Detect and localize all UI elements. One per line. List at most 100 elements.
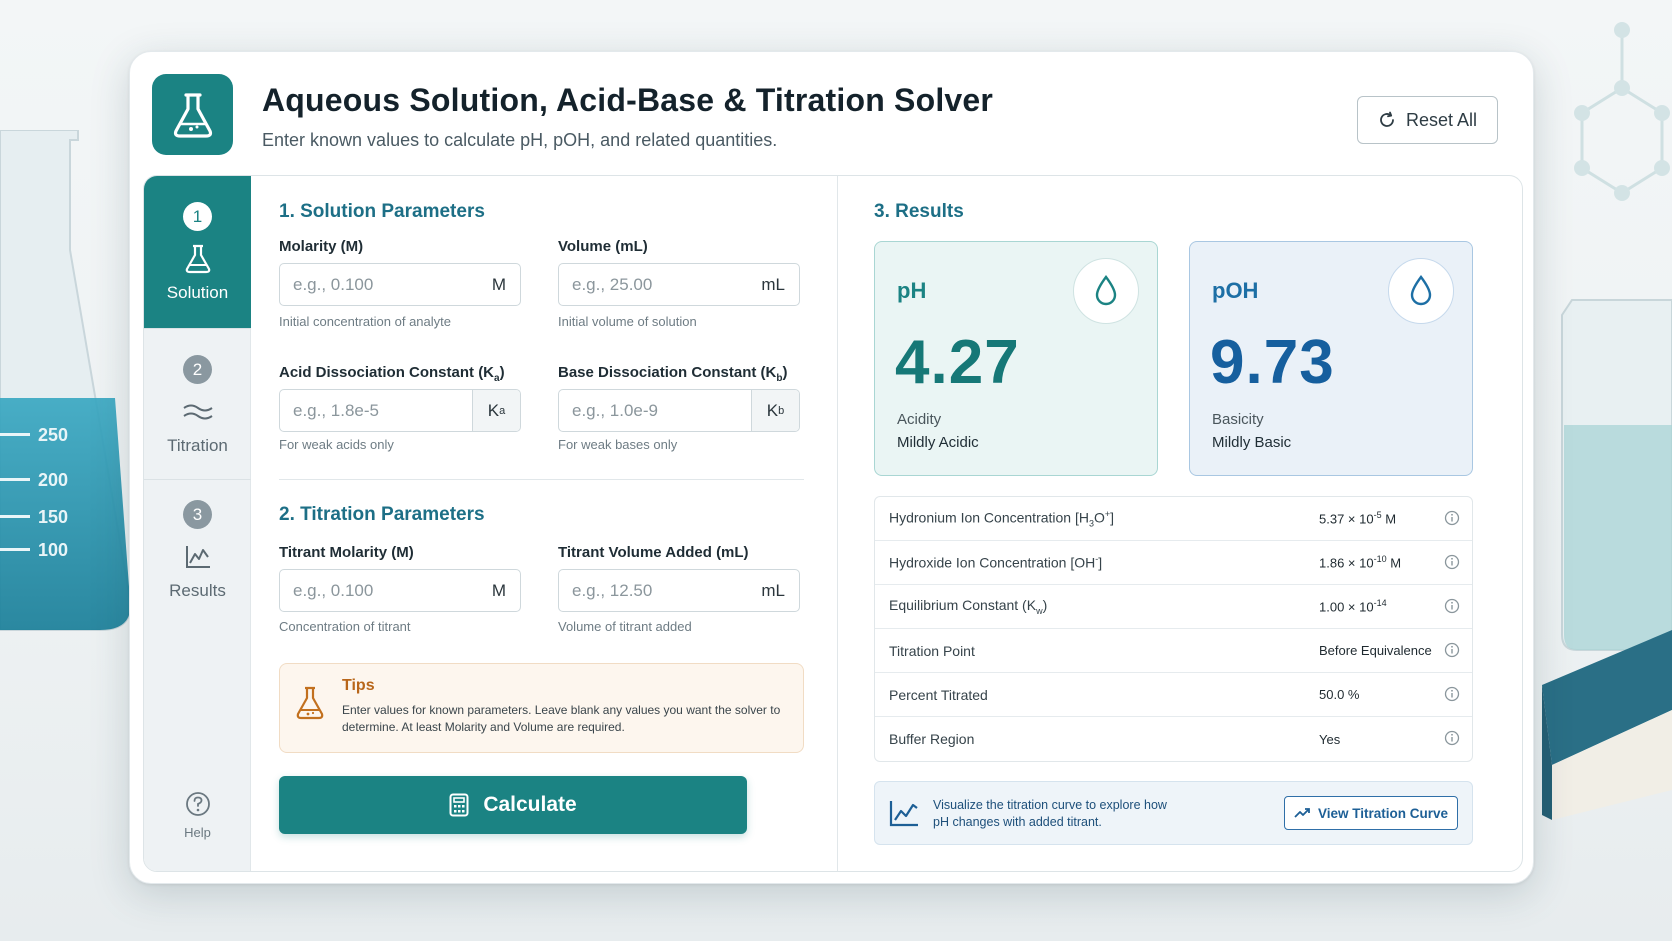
- molarity-input[interactable]: [280, 274, 492, 295]
- view-titration-curve-label: View Titration Curve: [1317, 805, 1449, 821]
- titrant-molarity-unit: M: [491, 580, 506, 600]
- molarity-helper: Initial concentration of analyte: [279, 314, 451, 329]
- reset-all-button[interactable]: Reset All: [1357, 96, 1498, 144]
- kb-field[interactable]: Kb: [558, 389, 800, 432]
- chart-icon: [184, 541, 212, 573]
- titrant-molarity-label: Titrant Molarity (M): [279, 544, 414, 561]
- molarity-field[interactable]: M: [279, 263, 521, 306]
- help-icon: [185, 792, 210, 816]
- result-label: Hydronium Ion Concentration [H3O+]: [889, 508, 1115, 529]
- calculate-label: Calculate: [483, 793, 577, 816]
- result-row-buffer-region: Buffer Region Yes: [875, 717, 1472, 761]
- flask-mark: 150: [38, 507, 68, 527]
- results-table: Hydronium Ion Concentration [H3O+] 5.37 …: [874, 496, 1473, 762]
- step-label: Results: [169, 581, 226, 600]
- calculator-icon: [449, 793, 469, 817]
- calculate-button[interactable]: Calculate: [279, 776, 747, 834]
- divider: [279, 479, 804, 480]
- volume-label: Volume (mL): [558, 238, 648, 255]
- result-value: 5.37 × 10-5 M: [1319, 510, 1397, 527]
- molarity-label: Molarity (M): [279, 238, 364, 255]
- refresh-icon: [1380, 111, 1394, 127]
- line-chart-icon: [889, 801, 918, 827]
- sidebar-step-solution[interactable]: 1 Solution: [144, 176, 251, 328]
- volume-helper: Initial volume of solution: [558, 314, 697, 329]
- tips-title: Tips: [342, 677, 375, 694]
- result-row-titration-point: Titration Point Before Equivalence: [875, 629, 1472, 673]
- result-value: 1.86 × 10-10 M: [1319, 554, 1402, 571]
- tips-box: Tips Enter values for known parameters. …: [279, 663, 804, 753]
- titration-section-title: 2. Titration Parameters: [279, 504, 485, 525]
- result-label: Buffer Region: [889, 731, 975, 747]
- waves-icon: [182, 396, 213, 428]
- trend-up-icon: [1294, 808, 1310, 818]
- sidebar-step-titration[interactable]: 2 Titration: [144, 329, 251, 481]
- poh-description: Mildly Basic: [1212, 434, 1292, 451]
- kb-helper: For weak bases only: [558, 437, 678, 452]
- flask-mark: 200: [38, 470, 68, 490]
- titrant-volume-helper: Volume of titrant added: [558, 619, 692, 634]
- background-flask-image: 250 200 150 100: [0, 130, 132, 631]
- poh-value: 9.73: [1210, 328, 1335, 397]
- titrant-volume-field[interactable]: mL: [558, 569, 800, 612]
- titrant-volume-input[interactable]: [559, 580, 762, 601]
- water-drop-icon: [1073, 258, 1139, 324]
- ph-label: pH: [897, 278, 927, 303]
- info-icon[interactable]: [1444, 554, 1460, 570]
- result-row-equilibrium-constant: Equilibrium Constant (Kw) 1.00 × 10-14: [875, 585, 1472, 629]
- molarity-unit: M: [491, 274, 506, 294]
- page-title: Aqueous Solution, Acid-Base & Titration …: [262, 82, 994, 118]
- help-button[interactable]: Help: [144, 791, 251, 840]
- flask-mark: 100: [38, 540, 68, 560]
- kb-input[interactable]: [559, 400, 751, 421]
- ka-unit: Ka: [472, 390, 520, 431]
- titrant-molarity-input[interactable]: [280, 580, 492, 601]
- ph-card: pH 4.27 Acidity Mildly Acidic: [874, 241, 1158, 476]
- flask-mark: 250: [38, 425, 68, 445]
- background-book-image: [1542, 630, 1672, 820]
- result-label: Equilibrium Constant (Kw): [889, 597, 1048, 616]
- step-sidebar: 1 Solution 2 Titration 3 Results Help: [144, 176, 251, 871]
- sidebar-step-results[interactable]: 3 Results: [144, 480, 251, 632]
- ph-value: 4.27: [895, 328, 1020, 397]
- water-drop-icon: [1388, 258, 1454, 324]
- ka-input[interactable]: [280, 400, 472, 421]
- flask-icon: [296, 686, 324, 720]
- volume-input[interactable]: [559, 274, 762, 295]
- step-label: Titration: [167, 436, 228, 455]
- result-value: Before Equivalence: [1319, 643, 1432, 658]
- volume-field[interactable]: mL: [558, 263, 800, 306]
- poh-label: pOH: [1212, 278, 1259, 303]
- flask-icon: [184, 243, 212, 275]
- main-panel: 1 Solution 2 Titration 3 Results Help 1.…: [143, 175, 1523, 872]
- info-icon[interactable]: [1444, 598, 1460, 614]
- result-label: Hydroxide Ion Concentration [OH-]: [889, 554, 1103, 571]
- view-titration-curve-button[interactable]: View Titration Curve: [1284, 796, 1458, 830]
- help-label: Help: [184, 825, 211, 840]
- result-value: Yes: [1319, 731, 1341, 747]
- kb-label: Base Dissociation Constant (Kb): [558, 364, 788, 384]
- kb-unit: Kb: [751, 390, 799, 431]
- result-row-hydronium: Hydronium Ion Concentration [H3O+] 5.37 …: [875, 497, 1472, 541]
- step-label: Solution: [166, 283, 229, 302]
- input-form: 1. Solution Parameters Molarity (M) M In…: [251, 176, 837, 871]
- titration-curve-prompt: Visualize the titration curve to explore…: [874, 781, 1473, 845]
- app-window: Aqueous Solution, Acid-Base & Titration …: [129, 51, 1534, 884]
- step-number: 2: [183, 355, 212, 384]
- result-row-hydroxide: Hydroxide Ion Concentration [OH-] 1.86 ×…: [875, 541, 1472, 585]
- titrant-volume-label: Titrant Volume Added (mL): [558, 544, 749, 561]
- solution-section-title: 1. Solution Parameters: [279, 201, 485, 222]
- app-logo-flask-icon: [152, 74, 233, 155]
- info-icon[interactable]: [1444, 510, 1460, 526]
- ka-helper: For weak acids only: [279, 437, 394, 452]
- info-icon[interactable]: [1444, 686, 1460, 702]
- ka-field[interactable]: Ka: [279, 389, 521, 432]
- result-value: 50.0 %: [1319, 687, 1360, 702]
- poh-card: pOH 9.73 Basicity Mildly Basic: [1189, 241, 1473, 476]
- info-icon[interactable]: [1444, 730, 1460, 746]
- titrant-molarity-field[interactable]: M: [279, 569, 521, 612]
- ph-description: Mildly Acidic: [897, 434, 979, 451]
- titrant-molarity-helper: Concentration of titrant: [279, 619, 411, 634]
- info-icon[interactable]: [1444, 642, 1460, 658]
- result-label: Titration Point: [889, 642, 975, 659]
